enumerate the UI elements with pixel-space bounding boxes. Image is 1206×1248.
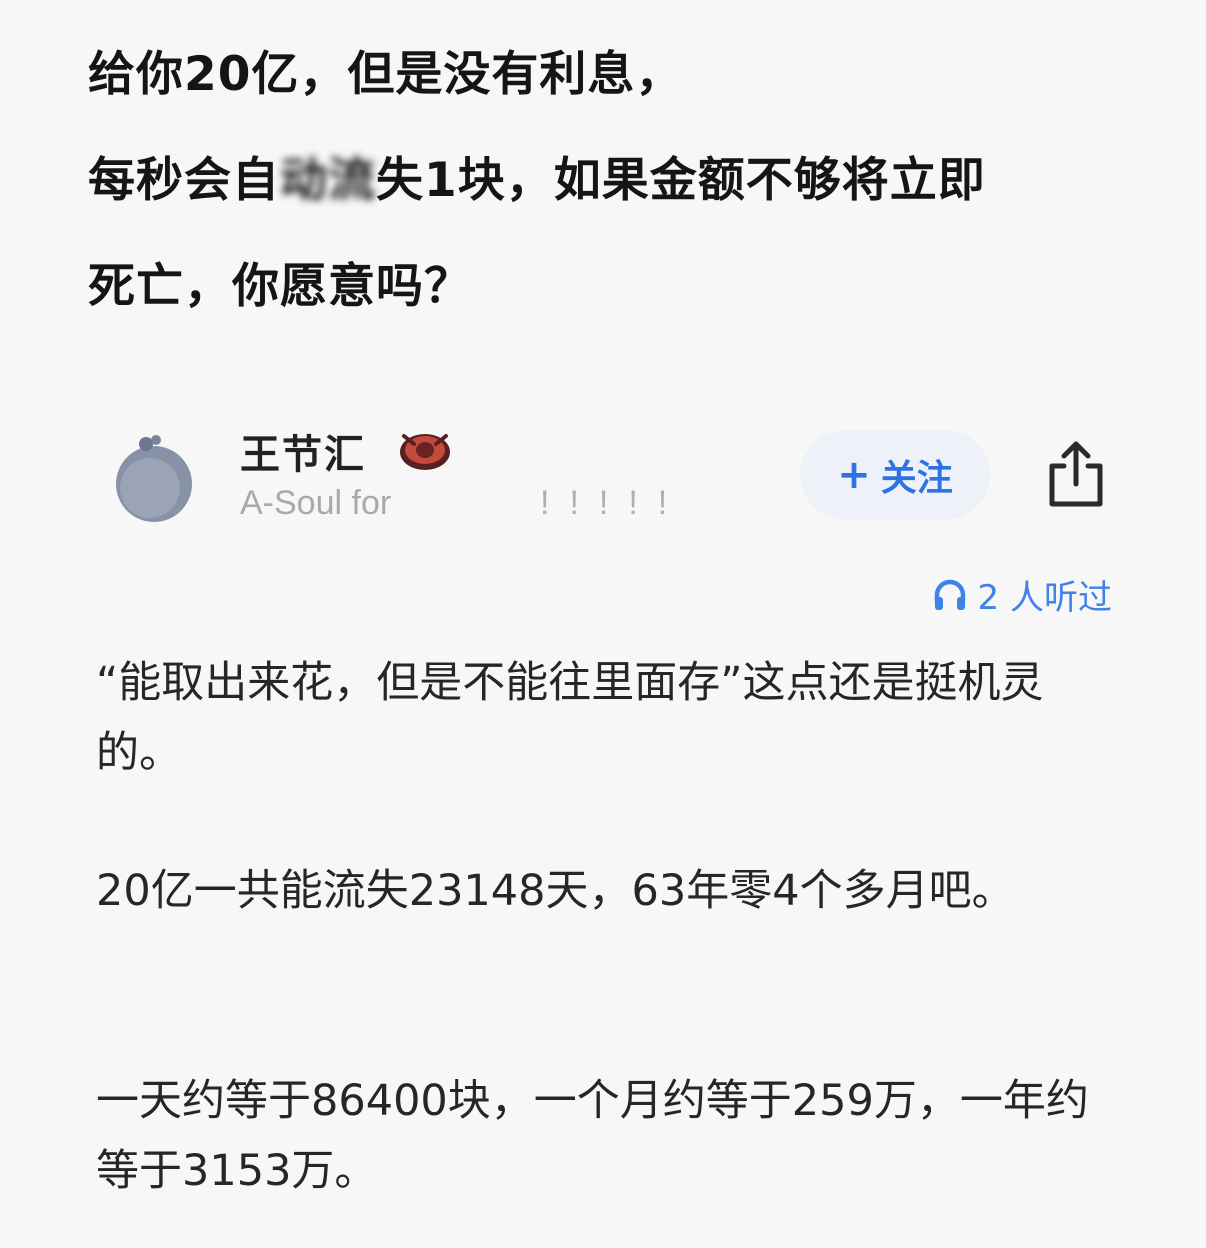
question-line-2-start: 每秒会自 [88,153,280,208]
answer-paragraph-3: 一天约等于86400块，一个月约等于259万，一年约等于3153万。 [96,1076,1089,1196]
question-blurred-text: 动流 [280,153,376,208]
listened-text: 2 人听过 [977,578,1112,618]
badge-icon [400,434,450,470]
follow-label: 关注 [880,458,953,499]
headphones-icon [934,579,965,610]
question-line-2: 每秒会自动流失1块，如果金额不够将立即 [88,128,1178,234]
follow-button[interactable]: + 关注 [800,430,990,520]
author-name[interactable]: 王节汇 [240,422,366,480]
answer-paragraph-2: 20亿一共能流失23148天，63年零4个多月吧。 [96,866,1015,916]
avatar[interactable] [110,428,196,524]
author-subtitle-tail: !!!!! [540,484,688,522]
question-line-1: 给你20亿，但是没有利息， [88,47,684,102]
share-icon[interactable] [1042,438,1110,510]
author-subtitle: A-Soul for [240,484,392,522]
question-line-2-end: 失1块，如果金额不够将立即 [376,153,986,208]
question-line-3: 死亡，你愿意吗？ [88,259,472,314]
answer-paragraph-1: “能取出来花，但是不能往里面存”这点还是挺机灵的。 [96,658,1044,778]
plus-icon: + [837,452,871,498]
listened-count: 2 人听过 [932,570,1112,619]
question-title: 给你20亿，但是没有利息， 每秒会自动流失1块，如果金额不够将立即 死亡，你愿意… [88,22,1178,340]
